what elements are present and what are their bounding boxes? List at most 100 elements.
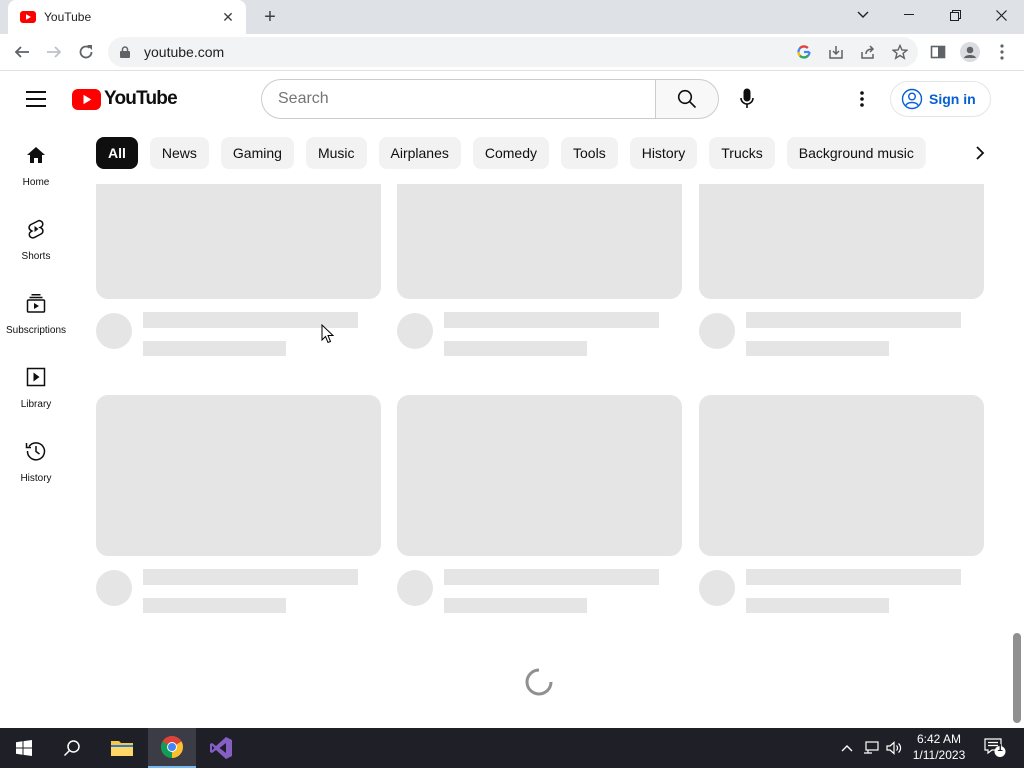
new-tab-button[interactable]: + bbox=[258, 5, 282, 29]
scrollbar-thumb[interactable] bbox=[1013, 633, 1021, 723]
thumbnail-placeholder bbox=[699, 184, 984, 299]
install-app-icon[interactable] bbox=[826, 42, 846, 62]
windows-logo-icon bbox=[16, 740, 32, 756]
url-text: youtube.com bbox=[144, 44, 225, 60]
tab-close-button[interactable]: ✕ bbox=[220, 9, 236, 25]
chip-history[interactable]: History bbox=[629, 137, 698, 169]
back-button[interactable] bbox=[8, 38, 36, 66]
chip-comedy[interactable]: Comedy bbox=[472, 137, 550, 169]
voice-search-button[interactable] bbox=[727, 79, 767, 119]
settings-menu-icon[interactable] bbox=[848, 85, 876, 113]
thumbnail-placeholder bbox=[397, 395, 682, 556]
guide-label-library: Library bbox=[20, 399, 52, 410]
channel-placeholder bbox=[444, 341, 587, 356]
guide-label-home: Home bbox=[22, 177, 50, 188]
chip-all[interactable]: All bbox=[96, 137, 138, 169]
channel-placeholder bbox=[444, 598, 587, 613]
channel-placeholder bbox=[746, 598, 889, 613]
subscriptions-icon bbox=[24, 291, 48, 315]
search-box[interactable] bbox=[261, 79, 655, 119]
video-card-placeholder bbox=[96, 184, 381, 359]
forward-button[interactable] bbox=[40, 38, 68, 66]
tab-strip: YouTube ✕ + bbox=[0, 0, 1024, 34]
restore-button[interactable] bbox=[932, 0, 978, 30]
avatar-placeholder bbox=[397, 313, 433, 349]
chip-bar-fade bbox=[920, 137, 964, 170]
system-clock[interactable]: 6:42 AM 1/11/2023 bbox=[906, 731, 972, 763]
side-panel-icon[interactable] bbox=[926, 39, 950, 65]
show-hidden-icons-chevron-up-icon[interactable] bbox=[838, 738, 856, 758]
thumbnail-placeholder bbox=[397, 184, 682, 299]
youtube-play-logo-icon bbox=[72, 88, 101, 110]
profile-avatar-icon[interactable] bbox=[958, 39, 982, 65]
guide-menu-icon[interactable] bbox=[22, 87, 50, 111]
title-placeholder bbox=[746, 569, 961, 585]
taskbar-chrome[interactable] bbox=[148, 728, 196, 768]
browser-tab-youtube[interactable]: YouTube ✕ bbox=[8, 0, 246, 34]
guide-label-subscriptions: Subscriptions bbox=[5, 325, 67, 336]
thumbnail-placeholder bbox=[96, 184, 381, 299]
chrome-icon bbox=[161, 736, 183, 758]
chip-tools[interactable]: Tools bbox=[561, 137, 618, 169]
guide-label-history: History bbox=[20, 473, 52, 484]
chip-news[interactable]: News bbox=[149, 137, 209, 169]
chip-bar: All News Gaming Music Airplanes Comedy T… bbox=[96, 137, 946, 170]
sign-in-button[interactable]: Sign in bbox=[890, 81, 991, 117]
chip-trucks[interactable]: Trucks bbox=[709, 137, 775, 169]
tab-search-chevron-down-icon[interactable] bbox=[840, 0, 886, 30]
avatar-placeholder bbox=[699, 313, 735, 349]
chip-music[interactable]: Music bbox=[305, 137, 367, 169]
address-bar[interactable]: youtube.com bbox=[108, 37, 918, 67]
video-grid bbox=[96, 184, 985, 728]
volume-icon[interactable] bbox=[885, 738, 903, 758]
search-icon bbox=[677, 89, 697, 109]
window-close-button[interactable] bbox=[978, 0, 1024, 30]
title-placeholder bbox=[746, 312, 961, 328]
start-button[interactable] bbox=[0, 728, 48, 768]
chrome-menu-icon[interactable] bbox=[990, 39, 1014, 65]
guide-label-shorts: Shorts bbox=[21, 251, 51, 262]
chip-gaming[interactable]: Gaming bbox=[220, 137, 294, 169]
history-icon bbox=[24, 439, 48, 463]
minimize-button[interactable] bbox=[886, 0, 932, 30]
microphone-icon bbox=[740, 88, 754, 108]
guide-item-home[interactable]: Home bbox=[0, 127, 72, 201]
guide-item-subscriptions[interactable]: Subscriptions bbox=[0, 275, 72, 349]
lock-icon[interactable] bbox=[120, 45, 134, 59]
browser-toolbar: youtube.com bbox=[0, 34, 1024, 71]
avatar-placeholder bbox=[96, 313, 132, 349]
bookmark-star-icon[interactable] bbox=[890, 42, 910, 62]
youtube-favicon-icon bbox=[20, 9, 36, 25]
windows-taskbar: 6:42 AM 1/11/2023 1 bbox=[0, 728, 1024, 768]
clock-time: 6:42 AM bbox=[916, 732, 962, 746]
visual-studio-icon bbox=[210, 737, 232, 759]
search-input[interactable] bbox=[262, 80, 655, 118]
search-icon bbox=[63, 740, 80, 757]
search-button[interactable] bbox=[655, 79, 719, 119]
video-card-placeholder bbox=[397, 184, 682, 359]
channel-placeholder bbox=[143, 598, 286, 613]
taskbar-search-button[interactable] bbox=[48, 728, 96, 768]
guide-item-history[interactable]: History bbox=[0, 423, 72, 497]
chip-background-music[interactable]: Background music bbox=[786, 137, 926, 169]
taskbar-file-explorer[interactable] bbox=[98, 728, 146, 768]
video-card-placeholder bbox=[699, 395, 984, 616]
network-icon[interactable] bbox=[862, 738, 880, 758]
video-card-placeholder bbox=[397, 395, 682, 616]
reload-button[interactable] bbox=[72, 38, 100, 66]
loading-spinner-icon bbox=[525, 668, 553, 696]
thumbnail-placeholder bbox=[699, 395, 984, 556]
home-icon bbox=[24, 143, 48, 167]
guide-item-shorts[interactable]: Shorts bbox=[0, 201, 72, 275]
avatar-placeholder bbox=[96, 570, 132, 606]
shorts-icon bbox=[24, 217, 48, 241]
chip-next-button[interactable] bbox=[964, 137, 996, 169]
guide-item-library[interactable]: Library bbox=[0, 349, 72, 423]
clock-date: 1/11/2023 bbox=[912, 748, 966, 762]
share-icon[interactable] bbox=[858, 42, 878, 62]
youtube-logo[interactable]: YouTube bbox=[72, 88, 178, 110]
sign-in-label: Sign in bbox=[929, 91, 976, 107]
taskbar-visual-studio[interactable] bbox=[197, 728, 245, 768]
google-lens-icon[interactable] bbox=[794, 42, 814, 62]
chip-airplanes[interactable]: Airplanes bbox=[378, 137, 461, 169]
